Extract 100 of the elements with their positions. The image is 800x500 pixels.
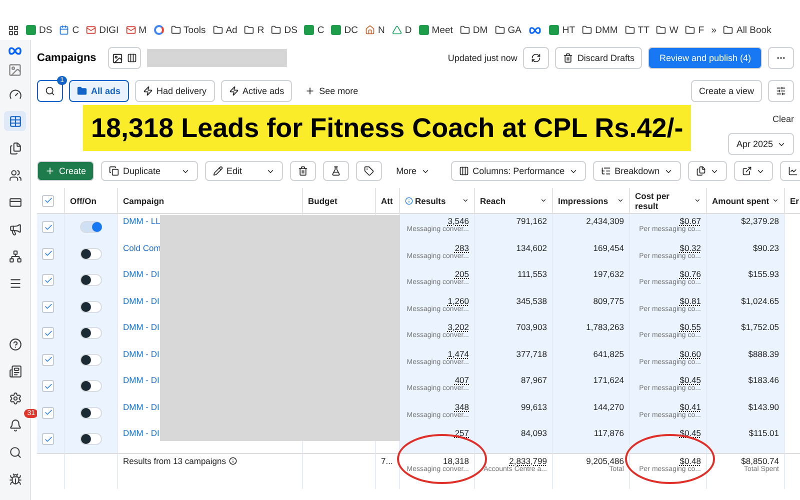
campaign-link[interactable]: DMM - DI xyxy=(123,428,160,438)
reports-dropdown[interactable] xyxy=(688,161,727,181)
chart-button[interactable] xyxy=(780,161,800,181)
toggle-switch[interactable] xyxy=(80,354,102,366)
discard-drafts-button[interactable]: Discard Drafts xyxy=(555,47,642,69)
create-view-button[interactable]: Create a view xyxy=(690,80,762,102)
bookmark[interactable]: DMM xyxy=(582,24,618,36)
bookmark[interactable]: D xyxy=(392,24,412,36)
checkbox[interactable] xyxy=(42,194,54,206)
bookmark[interactable]: Meet xyxy=(418,24,453,36)
bookmark[interactable] xyxy=(154,25,164,35)
publish-button[interactable]: Review and publish (4) xyxy=(648,47,762,69)
table-cell: 2,434,309 xyxy=(586,216,624,226)
bookmark[interactable]: DC xyxy=(331,24,358,36)
bookmark[interactable]: GA xyxy=(494,24,522,36)
date-range-picker[interactable]: Apr 2025 xyxy=(728,133,794,155)
bug-icon xyxy=(8,472,22,486)
tag-button[interactable] xyxy=(356,161,382,181)
create-button[interactable]: Create xyxy=(37,161,94,181)
table-cell: $0.60 xyxy=(680,348,701,358)
campaign-link[interactable]: DMM - DI xyxy=(123,348,160,358)
table-cell: 283 xyxy=(454,242,469,252)
filter-tab[interactable]: All ads xyxy=(69,80,129,102)
bookmark[interactable] xyxy=(528,26,542,34)
bookmark[interactable]: HT xyxy=(549,24,576,36)
info-icon xyxy=(229,456,237,464)
folder-icon xyxy=(494,25,505,35)
table-cell: $0.81 xyxy=(680,296,701,306)
bookmark[interactable]: DM xyxy=(460,24,488,36)
folder-icon xyxy=(212,25,223,35)
campaign-link[interactable]: DMM - DI xyxy=(123,269,160,279)
bookmark[interactable]: DS xyxy=(26,24,52,36)
infinity-logo-icon xyxy=(528,26,542,34)
bookmark[interactable]: W xyxy=(656,24,678,36)
checkbox[interactable] xyxy=(42,327,54,340)
filter-settings-button[interactable] xyxy=(768,80,794,102)
toggle-switch[interactable] xyxy=(80,300,102,313)
bookmark[interactable]: F xyxy=(685,24,704,36)
bookmark[interactable]: M xyxy=(126,24,147,36)
table-cell: $115.01 xyxy=(748,428,779,438)
bookmark[interactable]: DS xyxy=(271,24,298,36)
account-image-icon[interactable] xyxy=(8,63,22,77)
table-cell: 1,474 xyxy=(448,348,469,358)
campaign-link[interactable]: DMM - DI xyxy=(123,402,160,412)
filter-tab[interactable]: Had delivery xyxy=(134,80,215,102)
bookmark[interactable]: TT xyxy=(624,24,650,36)
table-button[interactable] xyxy=(4,111,26,131)
checkbox[interactable] xyxy=(42,248,54,260)
bookmark[interactable]: C xyxy=(59,24,80,36)
checkbox[interactable] xyxy=(42,300,54,313)
table-cell: $2,379.28 xyxy=(741,216,779,226)
caret-icon xyxy=(694,197,701,204)
check-icon xyxy=(44,276,52,285)
duplicate-button[interactable]: Duplicate xyxy=(101,161,198,181)
table-cell: 197,632 xyxy=(593,269,624,279)
toggle-switch[interactable] xyxy=(80,380,102,392)
columns-dropdown[interactable]: Columns: Performance xyxy=(450,161,586,181)
bookmark[interactable]: Ad xyxy=(212,24,238,36)
test-button[interactable] xyxy=(323,161,350,181)
bookmark[interactable]: C xyxy=(304,24,324,36)
apps-icon[interactable] xyxy=(8,24,19,36)
export-dropdown[interactable] xyxy=(734,161,773,181)
campaign-link[interactable]: DMM - DI xyxy=(123,296,160,306)
flask-icon xyxy=(331,166,342,176)
bookmark[interactable]: N xyxy=(365,24,385,36)
refresh-icon xyxy=(531,53,542,63)
edit-button[interactable]: Edit xyxy=(204,161,284,181)
table-cell: 117,876 xyxy=(594,428,624,438)
checkbox[interactable] xyxy=(42,433,54,446)
checkbox[interactable] xyxy=(42,406,54,419)
toggle-switch[interactable] xyxy=(80,327,102,340)
bookmark[interactable]: DIGI xyxy=(86,24,119,36)
checkbox[interactable] xyxy=(42,221,54,234)
gauge-icon xyxy=(8,88,22,100)
pages-icon xyxy=(8,142,22,154)
account-switcher[interactable] xyxy=(108,47,142,69)
toggle-switch[interactable] xyxy=(80,406,102,419)
folder-icon xyxy=(460,25,470,35)
campaign-link[interactable]: DMM - LL xyxy=(123,216,160,226)
check-icon xyxy=(44,196,52,205)
table-cell: 87,967 xyxy=(521,375,547,385)
bookmark[interactable]: Tools xyxy=(170,24,206,36)
toggle-switch[interactable] xyxy=(80,274,102,286)
breakdown-dropdown[interactable]: Breakdown xyxy=(592,161,681,181)
toggle-switch[interactable] xyxy=(80,248,102,260)
campaign-link[interactable]: DMM - DI xyxy=(123,322,160,332)
clear-link[interactable]: Clear xyxy=(772,114,794,124)
image-icon xyxy=(112,52,124,64)
campaign-link[interactable]: DMM - DI xyxy=(123,375,160,385)
delete-button[interactable] xyxy=(290,161,316,181)
more-bookmarks[interactable]: » xyxy=(711,24,716,36)
bookmark[interactable]: All Book xyxy=(723,24,772,36)
checkbox[interactable] xyxy=(42,380,54,392)
bookmark[interactable]: R xyxy=(244,24,264,36)
toggle-switch[interactable] xyxy=(80,433,102,446)
toggle-switch[interactable] xyxy=(80,221,102,234)
checkbox[interactable] xyxy=(42,354,54,366)
refresh-button[interactable] xyxy=(523,47,550,69)
checkbox[interactable] xyxy=(42,274,54,286)
filter-tab[interactable]: Active ads xyxy=(220,80,292,102)
